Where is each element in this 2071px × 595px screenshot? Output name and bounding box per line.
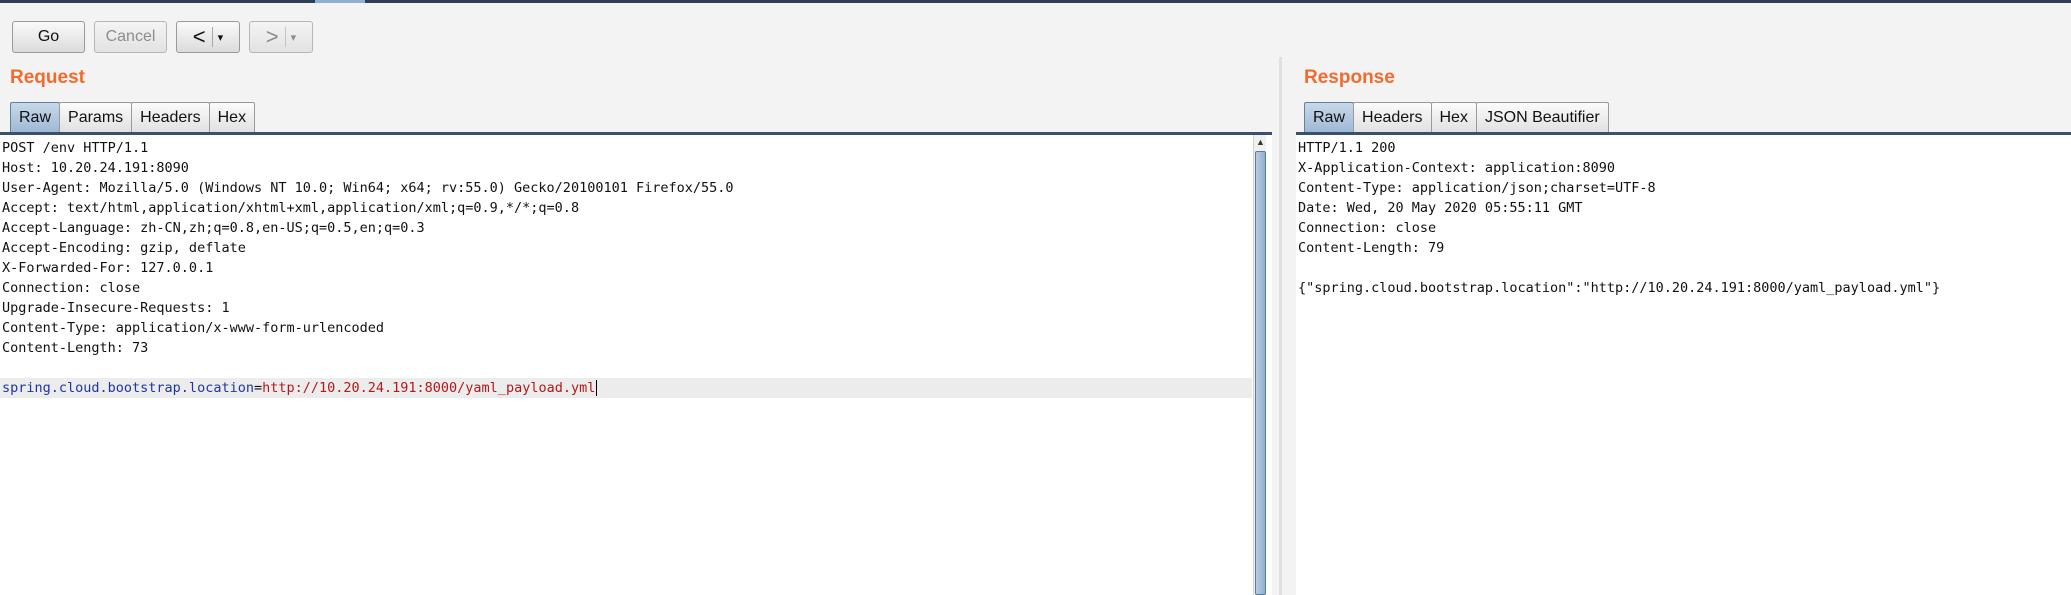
text-cursor	[596, 380, 598, 396]
split-pane-divider[interactable]	[1272, 55, 1296, 595]
tab-json-beautifier[interactable]: JSON Beautifier	[1475, 102, 1609, 132]
request-title: Request	[10, 67, 85, 88]
response-line: Content-Type: application/json;charset=U…	[1298, 180, 1656, 196]
tab-headers[interactable]: Headers	[1353, 102, 1432, 132]
response-tabs: Raw Headers Hex JSON Beautifier	[1304, 102, 1609, 132]
request-line: POST /env HTTP/1.1	[2, 140, 149, 156]
request-line: Accept: text/html,application/xhtml+xml,…	[2, 200, 580, 216]
tab-params[interactable]: Params	[59, 102, 133, 132]
request-text[interactable]: POST /env HTTP/1.1 Host: 10.20.24.191:80…	[0, 138, 1252, 398]
request-line: Accept-Language: zh-CN,zh;q=0.8,en-US;q=…	[2, 220, 425, 236]
request-line: Content-Type: application/x-www-form-url…	[2, 320, 385, 336]
tab-raw[interactable]: Raw	[1304, 102, 1355, 132]
chevron-down-icon[interactable]: ▾	[291, 31, 297, 44]
go-button[interactable]: Go	[12, 21, 85, 53]
response-line: X-Application-Context: application:8090	[1298, 160, 1615, 176]
tab-hex[interactable]: Hex	[1430, 102, 1477, 132]
request-line: X-Forwarded-For: 127.0.0.1	[2, 260, 214, 276]
button-divider	[284, 27, 286, 47]
response-panel-header: Response Raw Headers Hex JSON Beautifier	[1296, 55, 2071, 135]
request-panel: Request Raw Params Headers Hex POST /env…	[0, 55, 1272, 595]
request-line: Upgrade-Insecure-Requests: 1	[2, 300, 230, 316]
tab-headers[interactable]: Headers	[131, 102, 210, 132]
scroll-up-arrow-icon[interactable]: ▲	[1255, 136, 1266, 149]
request-editor[interactable]: POST /env HTTP/1.1 Host: 10.20.24.191:80…	[0, 135, 1272, 595]
response-text[interactable]: HTTP/1.1 200 X-Application-Context: appl…	[1298, 138, 1940, 298]
response-line: Date: Wed, 20 May 2020 05:55:11 GMT	[1298, 200, 1583, 216]
request-tabs: Raw Params Headers Hex	[10, 102, 256, 132]
response-panel: Response Raw Headers Hex JSON Beautifier…	[1296, 55, 2071, 595]
tab-raw[interactable]: Raw	[10, 102, 61, 132]
body-param-name: spring.cloud.bootstrap.location	[2, 380, 254, 396]
response-line: Connection: close	[1298, 220, 1437, 236]
request-line: User-Agent: Mozilla/5.0 (Windows NT 10.0…	[2, 180, 734, 196]
repeater-toolbar: Go Cancel < ▾ > ▾	[0, 3, 2071, 55]
request-scrollbar[interactable]: ▲	[1253, 135, 1266, 595]
response-body-line: {"spring.cloud.bootstrap.location":"http…	[1298, 280, 1941, 296]
response-line: HTTP/1.1 200	[1298, 140, 1396, 156]
response-line	[1298, 258, 1940, 278]
request-line: Accept-Encoding: gzip, deflate	[2, 240, 246, 256]
body-param-equals: =	[253, 380, 263, 396]
response-title: Response	[1304, 67, 1395, 88]
cancel-button[interactable]: Cancel	[94, 21, 167, 53]
scrollbar-thumb[interactable]	[1255, 151, 1266, 595]
tab-hex[interactable]: Hex	[208, 102, 256, 132]
chevron-right-icon: >	[265, 24, 279, 49]
request-line: Content-Length: 73	[2, 340, 149, 356]
response-line: Content-Length: 79	[1298, 240, 1445, 256]
request-panel-header: Request Raw Params Headers Hex	[0, 55, 1272, 135]
body-param-value: http://10.20.24.191:8000/yaml_payload.ym…	[262, 380, 596, 396]
request-body-line: spring.cloud.bootstrap.location=http://1…	[0, 378, 1252, 398]
response-editor[interactable]: HTTP/1.1 200 X-Application-Context: appl…	[1296, 135, 2071, 595]
forward-history-button[interactable]: > ▾	[249, 21, 313, 53]
divider-handle[interactable]	[1279, 57, 1282, 595]
chevron-down-icon[interactable]: ▾	[218, 31, 224, 44]
button-divider	[211, 27, 213, 47]
chevron-left-icon: <	[192, 24, 206, 49]
back-history-button[interactable]: < ▾	[176, 21, 240, 53]
request-line: Host: 10.20.24.191:8090	[2, 160, 189, 176]
request-line	[2, 358, 1252, 378]
request-line: Connection: close	[2, 280, 141, 296]
